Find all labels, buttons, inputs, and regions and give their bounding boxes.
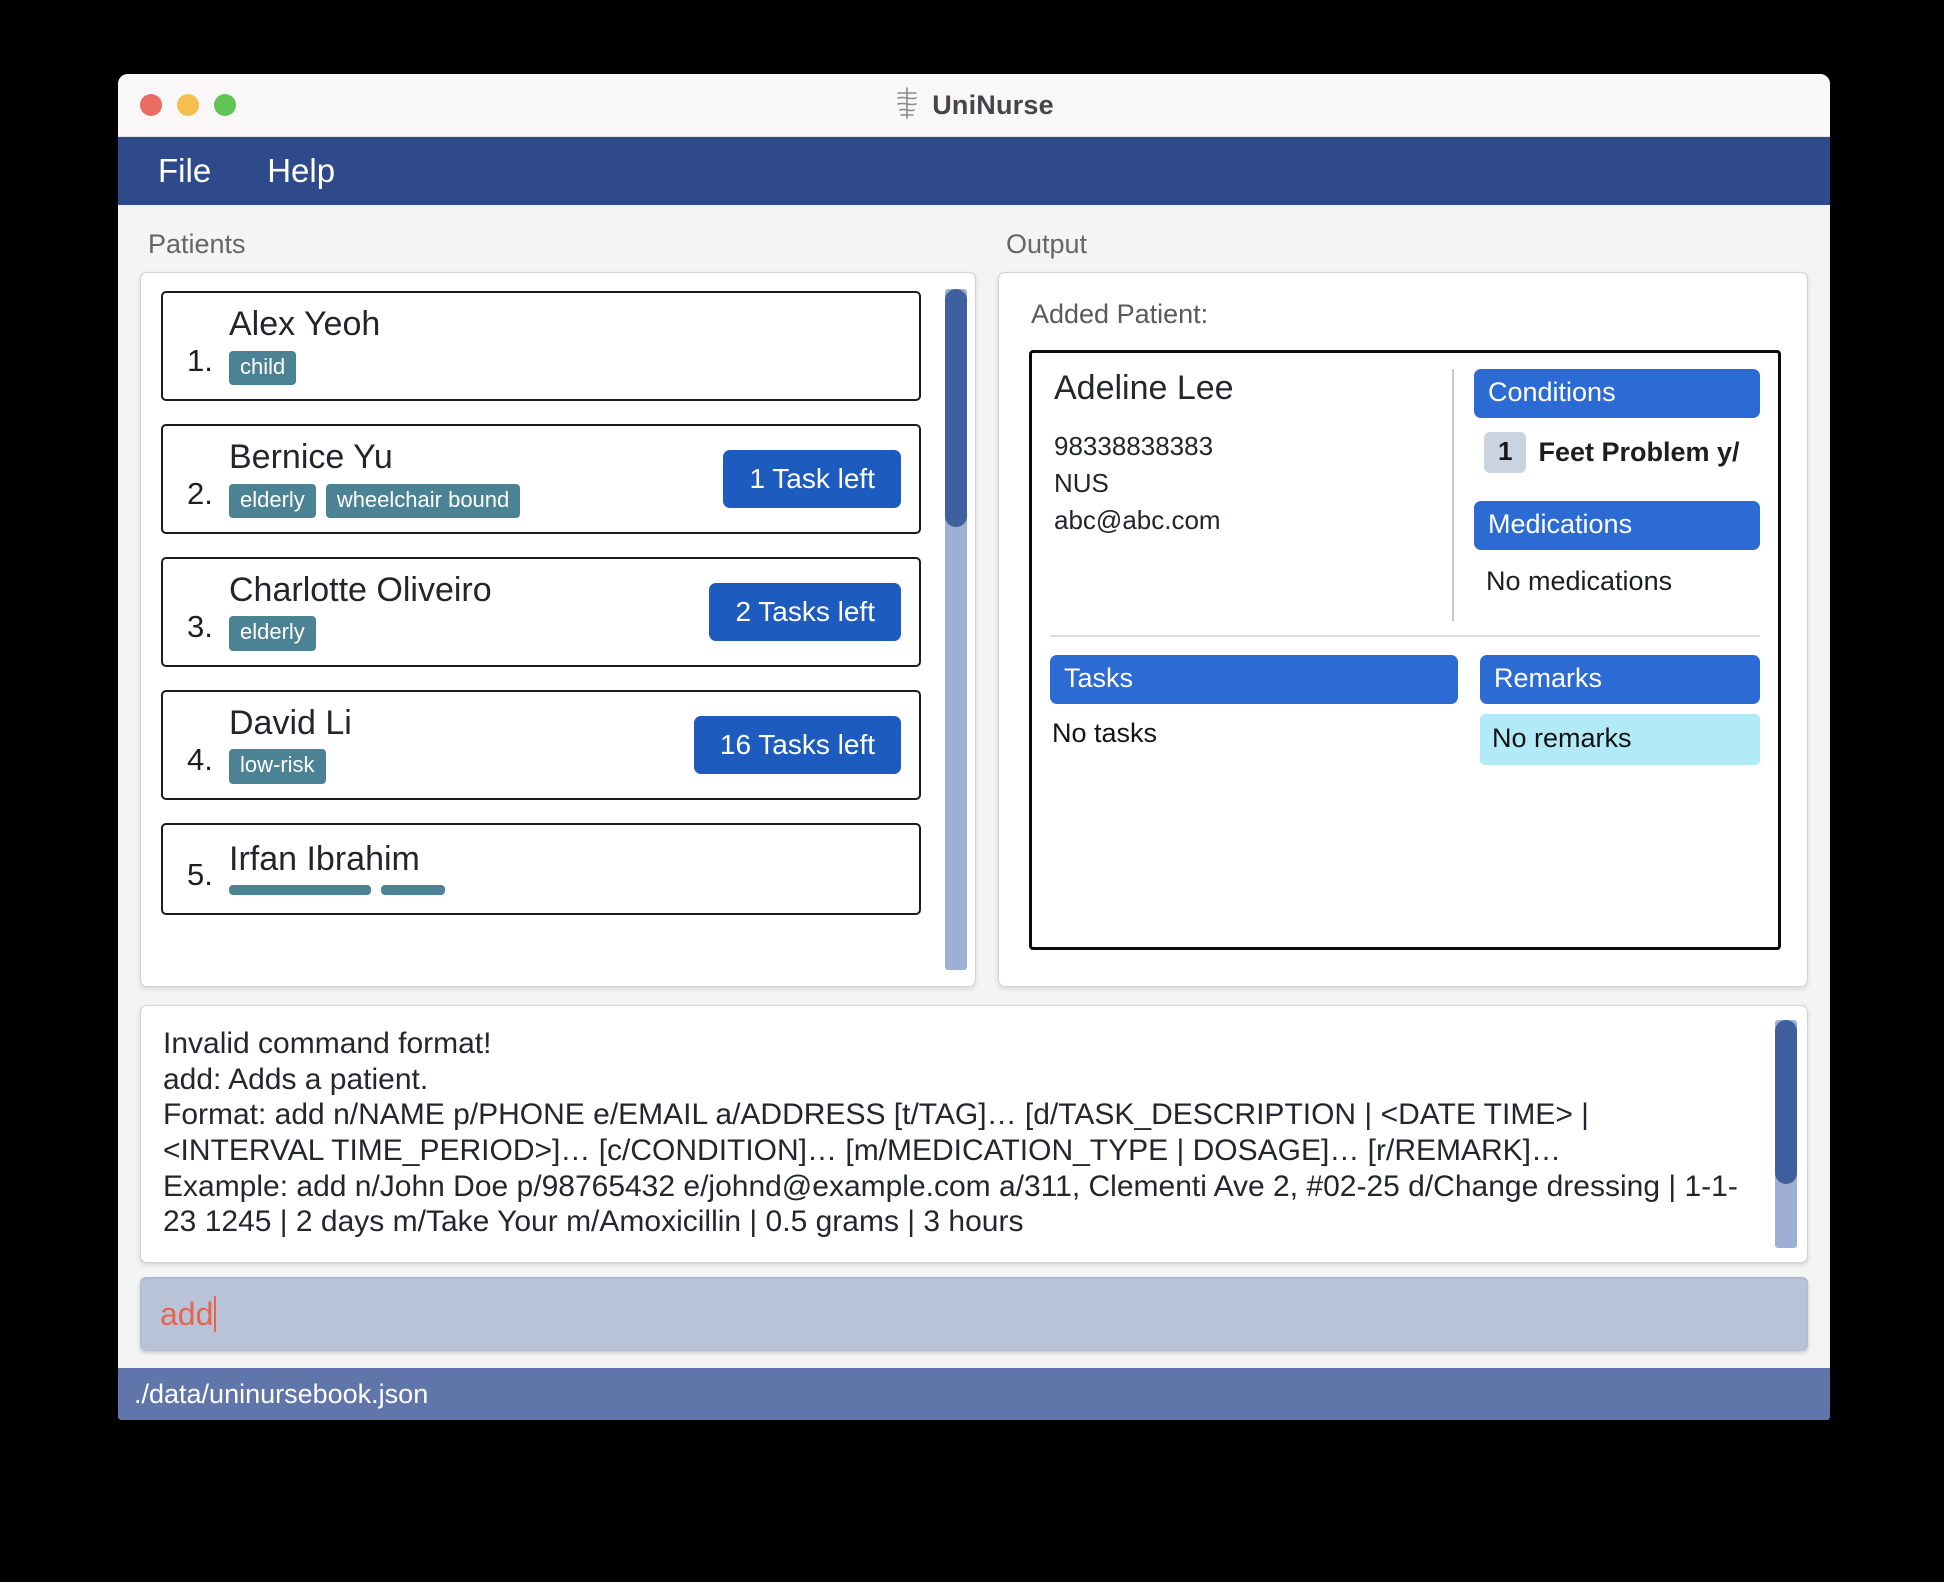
patient-tags: elderly wheelchair bound <box>229 484 723 518</box>
patient-tag: elderly <box>229 616 316 650</box>
patient-info: David Li low-risk <box>229 706 694 784</box>
medications-header: Medications <box>1474 501 1760 550</box>
window-title: UniNurse <box>932 90 1054 121</box>
patient-tag: low-risk <box>229 749 326 783</box>
patient-list[interactable]: 1. Alex Yeoh child 2. Bernice <box>141 273 937 986</box>
patient-contact-block: Adeline Lee 98338838383 NUS abc@abc.com <box>1050 369 1454 621</box>
patient-tag: wheelchair bound <box>326 484 520 518</box>
patient-medical-block: Conditions 1 Feet Problem y/ Medications… <box>1454 369 1760 621</box>
output-panel: Added Patient: Adeline Lee 98338838383 N… <box>998 272 1808 987</box>
added-patient-heading: Added Patient: <box>1029 299 1781 330</box>
output-pane: Output Added Patient: Adeline Lee 983388… <box>998 219 1808 987</box>
menu-item-help[interactable]: Help <box>257 150 345 192</box>
status-bar-file-path: ./data/uninursebook.json <box>134 1379 428 1410</box>
patient-tag <box>381 885 445 895</box>
patients-pane: Patients 1. Alex Yeoh child <box>140 219 976 987</box>
patient-index: 3. <box>173 609 229 651</box>
menu-bar: File Help <box>118 137 1830 205</box>
patient-index: 2. <box>173 476 229 518</box>
result-line: Example: add n/John Doe p/98765432 e/joh… <box>163 1169 1753 1240</box>
patient-list-scrollbar[interactable] <box>945 289 967 970</box>
patient-index: 4. <box>173 742 229 784</box>
patient-info: Charlotte Oliveiro elderly <box>229 573 709 651</box>
patient-list-scrollbar-thumb[interactable] <box>945 289 967 527</box>
result-line: add: Adds a patient. <box>163 1062 1753 1098</box>
result-display-scrollbar-thumb[interactable] <box>1775 1020 1797 1184</box>
detail-patient-address: NUS <box>1050 465 1436 502</box>
patient-info: Bernice Yu elderly wheelchair bound <box>229 440 723 518</box>
command-input-value: add <box>160 1296 213 1333</box>
detail-patient-name: Adeline Lee <box>1050 369 1436 408</box>
result-line: Invalid command format! <box>163 1026 1753 1062</box>
patient-tag: child <box>229 351 296 385</box>
tasks-empty-text: No tasks <box>1050 718 1458 749</box>
patient-tags: low-risk <box>229 749 694 783</box>
patient-detail-bottom: Tasks No tasks Remarks No remarks <box>1050 637 1760 931</box>
patient-tags <box>229 885 901 895</box>
patient-card[interactable]: 1. Alex Yeoh child <box>161 291 921 401</box>
patient-tag <box>229 885 371 895</box>
window-title-group: UniNurse <box>118 74 1830 136</box>
medications-empty-text: No medications <box>1486 566 1760 597</box>
result-display-text[interactable]: Invalid command format! add: Adds a pati… <box>141 1006 1763 1262</box>
condition-number: 1 <box>1484 432 1526 473</box>
patient-tag: elderly <box>229 484 316 518</box>
output-content: Added Patient: Adeline Lee 98338838383 N… <box>999 273 1807 986</box>
patient-card[interactable]: 5. Irfan Ibrahim <box>161 823 921 915</box>
patient-tasks-badge: 1 Task left <box>723 450 901 508</box>
tasks-header: Tasks <box>1050 655 1458 704</box>
patient-list-panel: 1. Alex Yeoh child 2. Bernice <box>140 272 976 987</box>
patient-name: Charlotte Oliveiro <box>229 573 709 609</box>
patient-info: Alex Yeoh child <box>229 307 901 385</box>
patient-index: 1. <box>173 343 229 385</box>
command-input-box[interactable]: add <box>140 1277 1808 1351</box>
result-display-scrollbar[interactable] <box>1775 1020 1797 1248</box>
patient-card[interactable]: 3. Charlotte Oliveiro elderly 2 Tasks le… <box>161 557 921 667</box>
patient-card[interactable]: 2. Bernice Yu elderly wheelchair bound 1… <box>161 424 921 534</box>
split-panes: Patients 1. Alex Yeoh child <box>118 205 1830 987</box>
condition-text: Feet Problem y/ <box>1538 437 1739 468</box>
remarks-block: Remarks No remarks <box>1480 655 1760 931</box>
patient-name: Bernice Yu <box>229 440 723 476</box>
patient-detail-top: Adeline Lee 98338838383 NUS abc@abc.com … <box>1050 369 1760 637</box>
status-bar: ./data/uninursebook.json <box>118 1368 1830 1420</box>
patient-name: Alex Yeoh <box>229 307 901 343</box>
patient-tasks-badge: 2 Tasks left <box>709 583 901 641</box>
result-display-panel: Invalid command format! add: Adds a pati… <box>140 1005 1808 1263</box>
title-bar: UniNurse <box>118 74 1830 137</box>
text-cursor <box>214 1296 216 1332</box>
patient-info: Irfan Ibrahim <box>229 842 901 896</box>
detail-patient-phone: 98338838383 <box>1050 428 1436 465</box>
remarks-header: Remarks <box>1480 655 1760 704</box>
conditions-header: Conditions <box>1474 369 1760 418</box>
patient-index: 5. <box>173 857 229 899</box>
patient-tags: elderly <box>229 616 709 650</box>
patient-card[interactable]: 4. David Li low-risk 16 Tasks left <box>161 690 921 800</box>
caduceus-icon <box>894 87 920 124</box>
menu-item-file[interactable]: File <box>148 150 221 192</box>
patient-name: David Li <box>229 706 694 742</box>
output-pane-label: Output <box>998 219 1808 272</box>
main-body: Patients 1. Alex Yeoh child <box>118 205 1830 1420</box>
result-line: Format: add n/NAME p/PHONE e/EMAIL a/ADD… <box>163 1097 1753 1168</box>
condition-item: 1 Feet Problem y/ <box>1484 432 1760 473</box>
patients-pane-label: Patients <box>140 219 976 272</box>
tasks-block: Tasks No tasks <box>1050 655 1458 931</box>
patient-name: Irfan Ibrahim <box>229 842 901 878</box>
detail-patient-email: abc@abc.com <box>1050 502 1436 539</box>
patient-detail-card: Adeline Lee 98338838383 NUS abc@abc.com … <box>1029 350 1781 950</box>
remarks-empty-text: No remarks <box>1480 714 1760 765</box>
patient-tags: child <box>229 351 901 385</box>
patient-tasks-badge: 16 Tasks left <box>694 716 901 774</box>
application-window: UniNurse File Help Patients 1. Alex Yeoh <box>118 74 1830 1420</box>
